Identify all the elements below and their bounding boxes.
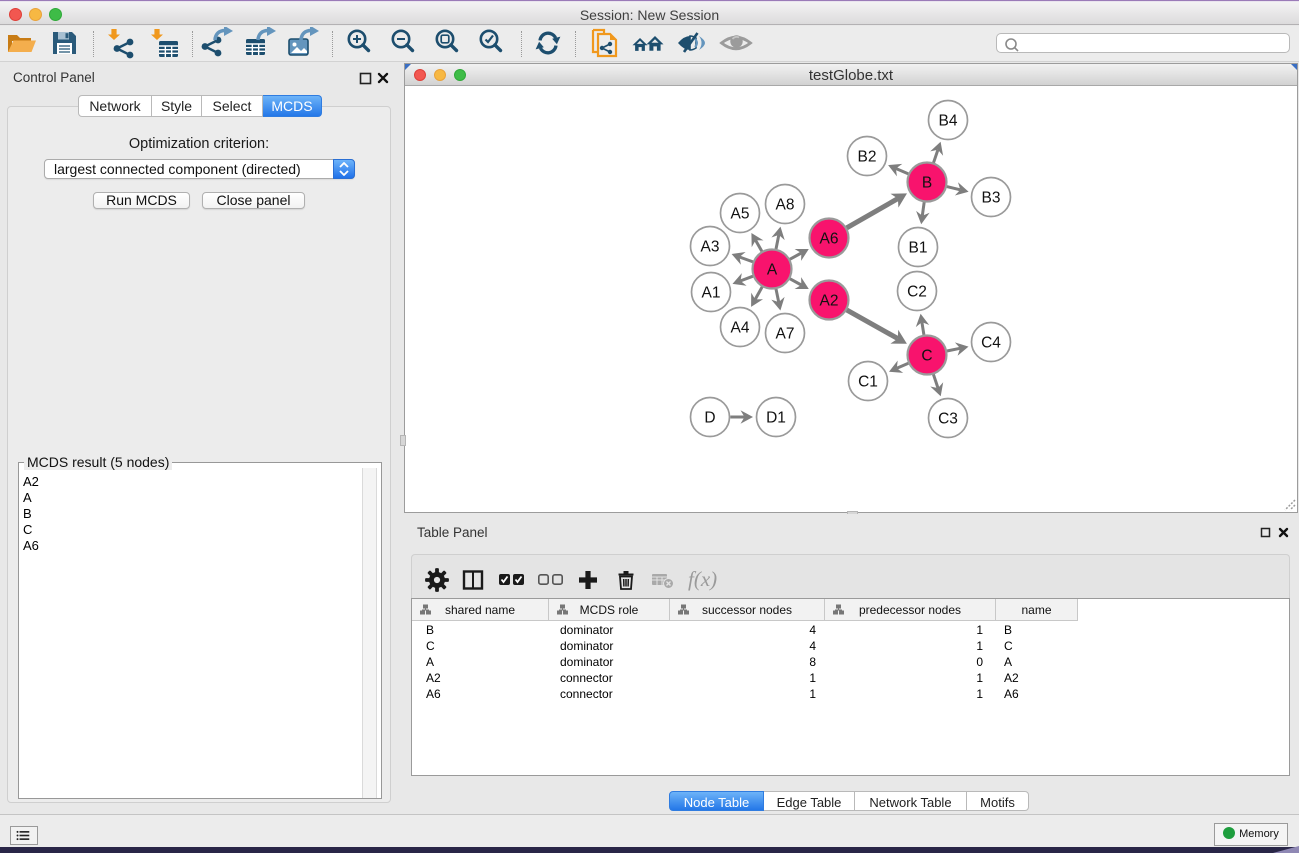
svg-text:C3: C3 bbox=[938, 411, 958, 428]
svg-text:A: A bbox=[767, 262, 778, 279]
svg-text:C4: C4 bbox=[981, 335, 1001, 352]
svg-text:B2: B2 bbox=[858, 149, 877, 166]
svg-text:A7: A7 bbox=[776, 326, 795, 343]
svg-text:C2: C2 bbox=[907, 284, 927, 301]
svg-text:A8: A8 bbox=[776, 197, 795, 214]
svg-text:B4: B4 bbox=[939, 113, 958, 130]
svg-text:A2: A2 bbox=[820, 293, 839, 310]
svg-text:A5: A5 bbox=[731, 206, 750, 223]
svg-text:A6: A6 bbox=[820, 231, 839, 248]
svg-text:D1: D1 bbox=[766, 410, 786, 427]
svg-text:B: B bbox=[922, 175, 932, 192]
svg-text:B1: B1 bbox=[909, 240, 928, 257]
svg-text:A3: A3 bbox=[701, 239, 720, 256]
svg-text:D: D bbox=[704, 410, 715, 427]
svg-text:A4: A4 bbox=[731, 320, 750, 337]
svg-text:A1: A1 bbox=[702, 285, 721, 302]
svg-text:C: C bbox=[921, 348, 932, 365]
svg-text:B3: B3 bbox=[982, 190, 1001, 207]
svg-text:C1: C1 bbox=[858, 374, 878, 391]
